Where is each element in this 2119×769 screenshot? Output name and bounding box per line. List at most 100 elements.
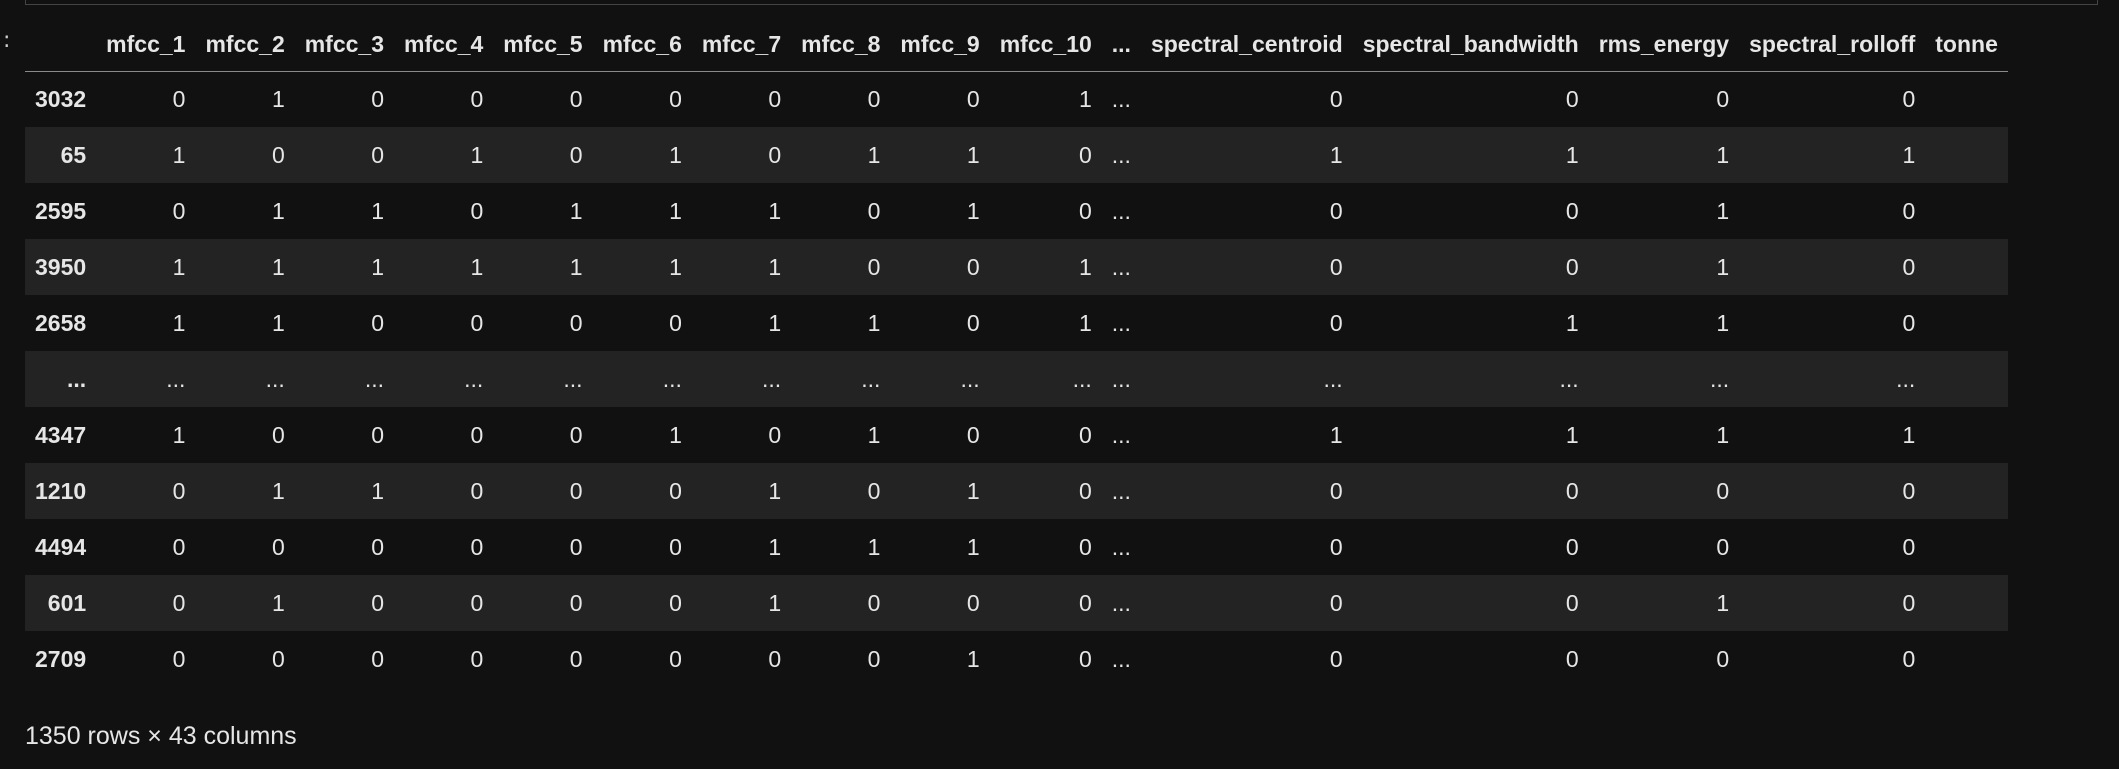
table-cell: ... xyxy=(1111,645,1131,672)
table-cell: 1 xyxy=(1902,421,1916,448)
table-cell: ... xyxy=(1111,141,1131,168)
table-cell: 1 xyxy=(966,477,980,504)
table-cell: 1 xyxy=(271,309,285,336)
table-cell: 0 xyxy=(172,85,186,112)
table-cell: 1 xyxy=(1902,141,1916,168)
table-cell: 0 xyxy=(371,421,385,448)
table-cell: 1 xyxy=(768,309,782,336)
table-cell: ... xyxy=(563,365,583,392)
table-cell: 1 xyxy=(172,253,186,280)
table-cell: ... xyxy=(265,365,285,392)
table-cell: 0 xyxy=(669,477,682,504)
column-header: mfcc_3 xyxy=(294,18,395,72)
table-cell: 0 xyxy=(172,645,186,672)
table-cell: ... xyxy=(1072,365,1092,392)
table-cell: ... xyxy=(662,365,682,392)
table-cell: 1 xyxy=(1329,421,1343,448)
table-cell: 1 xyxy=(1716,141,1730,168)
table-cell: 0 xyxy=(966,589,980,616)
column-header: spectral_centroid xyxy=(1140,18,1353,72)
table-cell: 1 xyxy=(1078,253,1092,280)
column-header: mfcc_4 xyxy=(394,18,494,72)
column-header: tonne xyxy=(1925,18,2008,72)
table-cell: 1 xyxy=(470,253,484,280)
table-cell: 0 xyxy=(1902,197,1916,224)
table-cell: 0 xyxy=(768,421,782,448)
table-cell: ... xyxy=(1323,365,1343,392)
table-cell xyxy=(1925,239,2008,295)
table-row: 2658 1 1 0 0 0 0 1 1 0 1... 0 1 1 0 xyxy=(25,295,2008,351)
table-cell: 0 xyxy=(470,645,484,672)
table-cell: 0 xyxy=(1902,309,1916,336)
table-cell: 0 xyxy=(1565,85,1579,112)
table-row: 2595 0 1 1 0 1 1 1 0 1 0... 0 0 1 0 xyxy=(25,183,2008,239)
table-cell: 0 xyxy=(470,309,484,336)
table-cell: 0 xyxy=(1078,477,1092,504)
table-cell: 0 xyxy=(1565,253,1579,280)
table-row: 4347 1 0 0 0 0 1 0 1 0 0... 1 1 1 1 xyxy=(25,407,2008,463)
table-cell: 1 xyxy=(470,141,484,168)
row-index: 3950 xyxy=(35,253,87,280)
table-cell: 0 xyxy=(867,645,881,672)
table-cell: 0 xyxy=(172,589,186,616)
table-cell: 1 xyxy=(768,477,782,504)
table-cell: 0 xyxy=(1329,197,1343,224)
table-cell: 1 xyxy=(768,197,782,224)
table-cell: ... xyxy=(1111,253,1131,280)
table-cell: 0 xyxy=(172,533,186,560)
table-cell: 0 xyxy=(1565,645,1579,672)
table-cell: 1 xyxy=(271,253,285,280)
column-header: spectral_rolloff xyxy=(1739,18,1926,72)
table-cell: 0 xyxy=(669,645,682,672)
table-cell: 1 xyxy=(966,533,980,560)
table-cell: 0 xyxy=(1902,645,1916,672)
table-cell xyxy=(1925,575,2008,631)
row-index: 2595 xyxy=(35,197,87,224)
table-cell: 0 xyxy=(470,421,484,448)
table-cell: 0 xyxy=(371,141,385,168)
table-cell: 0 xyxy=(1716,533,1730,560)
column-header: mfcc_7 xyxy=(691,18,792,72)
table-cell: 0 xyxy=(371,645,385,672)
output-prompt-marker: : xyxy=(3,28,11,53)
table-cell: 0 xyxy=(966,309,980,336)
dataframe-scroll-area[interactable]: mfcc_1 mfcc_2 mfcc_3 mfcc_4 mfcc_5 mfcc_6 mfcc… xyxy=(25,18,2119,687)
table-cell xyxy=(1925,463,2008,519)
table-cell: 1 xyxy=(172,421,186,448)
table-cell: 1 xyxy=(371,477,385,504)
table-cell: 0 xyxy=(1902,477,1916,504)
table-cell: ... xyxy=(1111,589,1131,616)
header-row: mfcc_1 mfcc_2 mfcc_3 mfcc_4 mfcc_5 mfcc_6 mfcc… xyxy=(25,18,2008,72)
table-cell: ... xyxy=(464,365,484,392)
table-cell: 0 xyxy=(1716,85,1730,112)
row-index: 3032 xyxy=(35,85,87,112)
table-cell xyxy=(1925,351,2008,407)
table-cell: 0 xyxy=(768,645,782,672)
table-cell: 0 xyxy=(966,421,980,448)
table-cell: 1 xyxy=(1716,421,1730,448)
table-header: mfcc_1 mfcc_2 mfcc_3 mfcc_4 mfcc_5 mfcc_6 mfcc… xyxy=(25,18,2008,72)
table-cell: 0 xyxy=(1329,477,1343,504)
table-cell: 1 xyxy=(669,253,682,280)
table-cell: 0 xyxy=(1716,645,1730,672)
row-index: 4494 xyxy=(35,533,87,560)
table-cell xyxy=(1925,407,2008,463)
table-cell: 0 xyxy=(1078,197,1092,224)
row-index: 4347 xyxy=(35,421,87,448)
table-cell: 0 xyxy=(470,533,484,560)
table-cell: 0 xyxy=(867,253,881,280)
table-cell: 1 xyxy=(669,141,682,168)
table-cell: 0 xyxy=(768,141,782,168)
table-cell: 1 xyxy=(768,589,782,616)
notebook-output: : mfcc_1 mfcc_2 mfcc_3 mfcc_4 mfcc_5 mfcc_6 mf… xyxy=(0,0,2119,769)
table-cell: 0 xyxy=(1078,645,1092,672)
table-cell: 1 xyxy=(867,421,881,448)
table-cell: 0 xyxy=(1078,589,1092,616)
table-cell: ... xyxy=(166,365,186,392)
table-cell: 1 xyxy=(669,197,682,224)
table-cell: 1 xyxy=(1716,309,1730,336)
table-cell: 0 xyxy=(569,533,583,560)
table-cell: 0 xyxy=(470,197,484,224)
table-cell: 1 xyxy=(1565,141,1579,168)
table-cell: 1 xyxy=(1716,197,1730,224)
